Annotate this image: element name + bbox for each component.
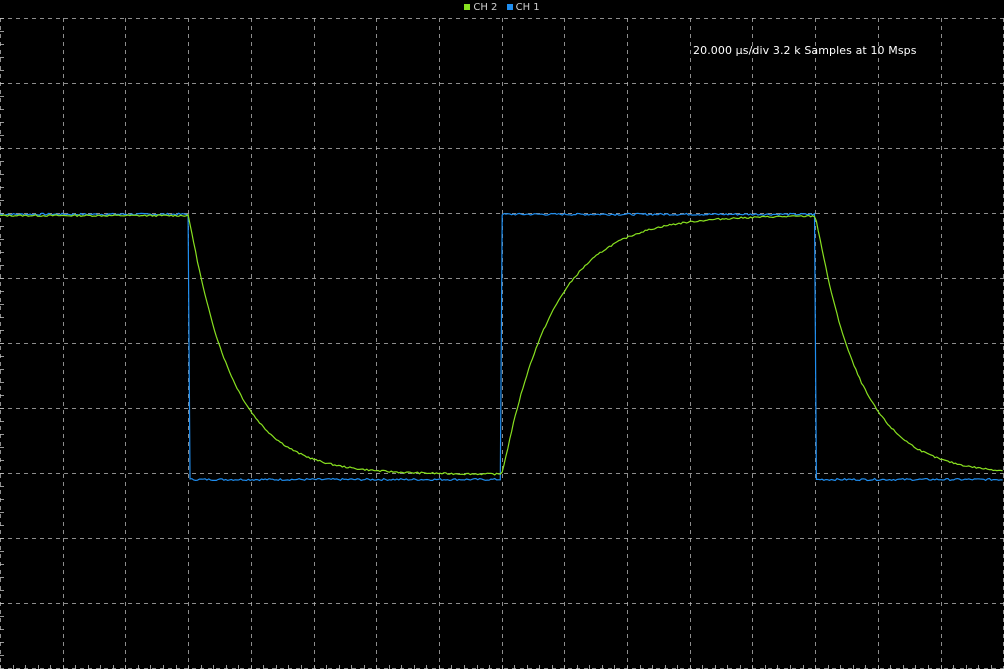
timebase-readout: 20.000 µs/div 3.2 k Samples at 10 Msps [693, 44, 917, 57]
legend-ch1[interactable]: CH 1 [506, 2, 540, 14]
legend-ch2[interactable]: CH 2 [464, 2, 497, 14]
channel-legend: CH 2 CH 1 [0, 2, 1004, 14]
legend-ch1-label: CH 1 [515, 2, 540, 13]
oscilloscope-display [0, 0, 1004, 669]
legend-ch2-label: CH 2 [473, 2, 498, 13]
ch2-swatch-icon [464, 4, 471, 10]
ch1-swatch-icon [506, 4, 513, 10]
